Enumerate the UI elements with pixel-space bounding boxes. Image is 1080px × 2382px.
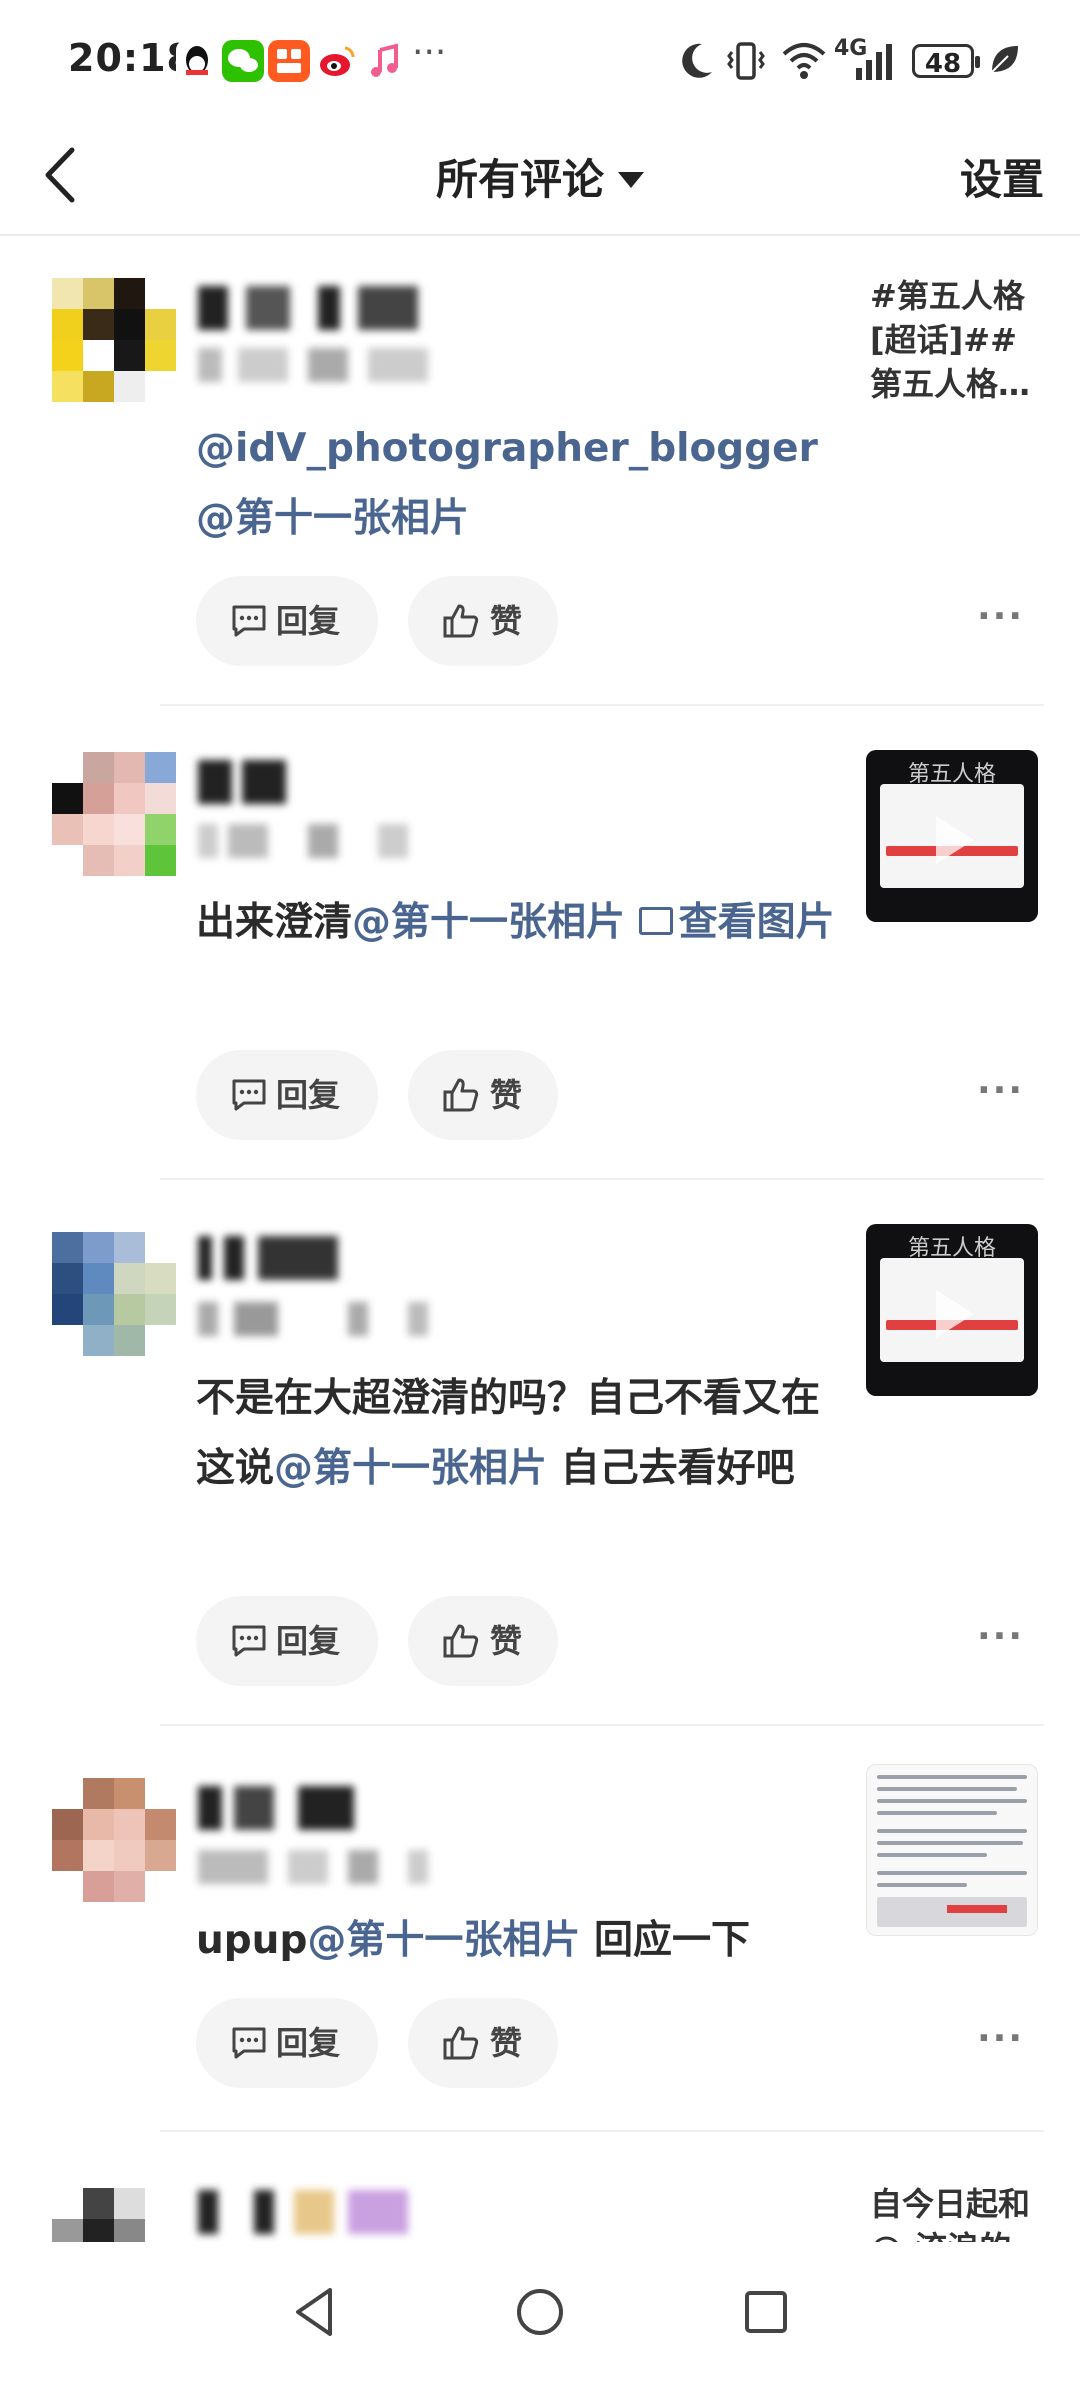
reply-icon [232, 1625, 266, 1657]
comment-actions: 回复 赞 [196, 1998, 996, 2088]
more-options-button[interactable]: ··· [977, 1070, 1024, 1111]
back-triangle-icon[interactable] [290, 2284, 340, 2340]
comment-timestamp [198, 1302, 438, 1336]
comment-body: upup@第十一张相片 回应一下 [196, 1918, 750, 1963]
comment-item: upup@第十一张相片 回应一下 回复 赞 ··· [0, 1728, 1080, 2132]
more-options-button[interactable]: ··· [977, 596, 1024, 637]
more-options-button[interactable]: ··· [977, 1616, 1024, 1657]
comment-item: 出来澄清@第十一张相片 查看图片 第五人格 回复 赞 ··· [0, 708, 1080, 1180]
wechat-icon [222, 40, 264, 82]
avatar[interactable] [52, 278, 176, 402]
like-button[interactable]: 赞 [408, 1050, 558, 1140]
avatar[interactable] [52, 1778, 176, 1902]
reply-icon [232, 1079, 266, 1111]
reply-icon [232, 605, 266, 637]
comment-actions: 回复 赞 [196, 1050, 996, 1140]
settings-button[interactable]: 设置 [960, 146, 1044, 207]
play-icon [936, 1290, 974, 1338]
username[interactable] [198, 760, 298, 804]
comment-item: 不是在大超澄清的吗？自己不看又在这说@第十一张相片 自己去看好吧 第五人格 回复… [0, 1182, 1080, 1726]
reply-button[interactable]: 回复 [196, 1050, 378, 1140]
like-button[interactable]: 赞 [408, 1998, 558, 2088]
vibrate-icon [727, 42, 765, 80]
divider [160, 1724, 1044, 1726]
video-thumbnail[interactable]: 第五人格 [866, 1224, 1038, 1396]
thumbs-up-icon [443, 1624, 479, 1658]
divider [160, 1178, 1044, 1180]
thumbs-up-icon [443, 1078, 479, 1112]
more-options-button[interactable]: ··· [977, 2018, 1024, 2059]
system-navigation-bar [0, 2242, 1080, 2382]
music-icon [364, 40, 406, 82]
avatar[interactable] [52, 752, 176, 876]
mention-link[interactable]: 第十一张相片 [235, 496, 469, 541]
document-thumbnail[interactable] [866, 1764, 1038, 1936]
thumbs-up-icon [443, 604, 479, 638]
view-image-link[interactable]: 查看图片 [638, 900, 835, 945]
comment-timestamp [198, 348, 438, 382]
comment-item: @idV_photographer_blogger @第十一张相片 #第五人格[… [0, 236, 1080, 706]
source-post-preview[interactable]: #第五人格[超话]##第五人格… [870, 274, 1044, 406]
more-notifications-icon: ··· [412, 32, 447, 73]
mention-link[interactable]: @第十一张相片 [307, 1918, 580, 1963]
caret-down-icon [618, 171, 644, 188]
reply-button[interactable]: 回复 [196, 1998, 378, 2088]
comment-timestamp [198, 824, 438, 858]
like-button[interactable]: 赞 [408, 1596, 558, 1686]
home-circle-icon[interactable] [514, 2286, 566, 2338]
mention-link[interactable]: @第十一张相片 [352, 900, 625, 945]
reply-button[interactable]: 回复 [196, 1596, 378, 1686]
moon-icon [682, 43, 712, 78]
username[interactable] [198, 1786, 368, 1830]
qq-icon [176, 40, 218, 82]
battery-indicator: 48 [912, 44, 980, 79]
avatar[interactable] [52, 1232, 176, 1356]
top-navigation-bar: 所有评论 设置 [0, 120, 1080, 236]
username[interactable] [198, 2190, 418, 2234]
divider [160, 2130, 1044, 2132]
divider [160, 704, 1044, 706]
play-icon [936, 816, 974, 864]
leaf-icon [991, 46, 1018, 73]
wifi-icon [782, 43, 826, 79]
signal-icon [856, 44, 892, 80]
reply-button[interactable]: 回复 [196, 576, 378, 666]
comment-actions: 回复 赞 [196, 576, 996, 666]
comment-body: @idV_photographer_blogger @第十一张相片 [196, 414, 836, 554]
comment-item: 自今日起和@-流浪的 [0, 2134, 1080, 2268]
comment-filter-dropdown[interactable]: 所有评论 [0, 146, 1080, 207]
mention-link[interactable]: @第十一张相片 [274, 1446, 547, 1491]
thumbs-up-icon [443, 2026, 479, 2060]
comment-body: 出来澄清@第十一张相片 查看图片 [196, 900, 835, 945]
comment-actions: 回复 赞 [196, 1596, 996, 1686]
comment-timestamp [198, 1850, 438, 1884]
weibo-icon [316, 40, 358, 82]
image-icon [638, 906, 673, 935]
username[interactable] [198, 286, 428, 330]
status-bar: 20:18 ··· 4G 48 [0, 0, 1080, 120]
video-thumbnail[interactable]: 第五人格 [866, 750, 1038, 922]
like-button[interactable]: 赞 [408, 576, 558, 666]
recents-square-icon[interactable] [742, 2288, 790, 2336]
comment-body: 不是在大超澄清的吗？自己不看又在这说@第十一张相片 自己去看好吧 [196, 1376, 821, 1491]
page-title: 所有评论 [435, 155, 604, 204]
username[interactable] [198, 1236, 348, 1280]
reply-icon [232, 2027, 266, 2059]
taobao-icon [268, 40, 310, 82]
